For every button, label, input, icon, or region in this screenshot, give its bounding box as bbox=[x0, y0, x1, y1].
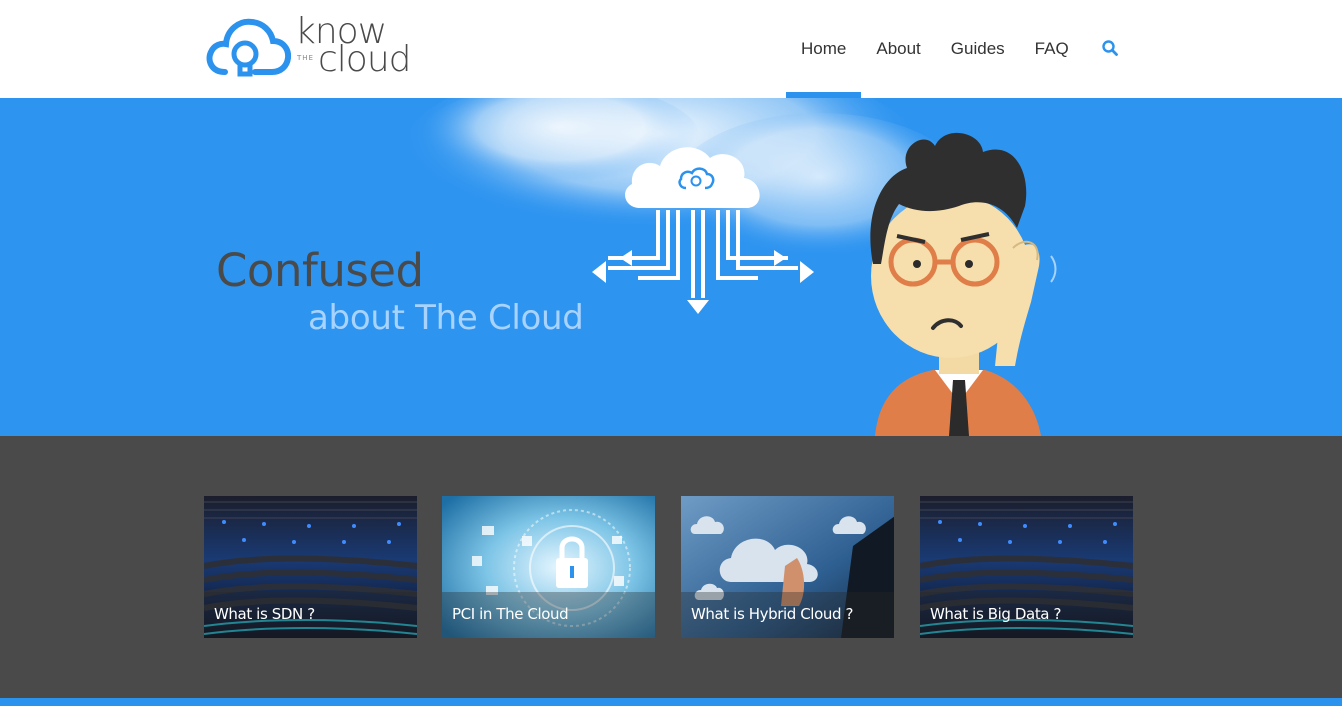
card-caption: What is Big Data ? bbox=[920, 592, 1133, 638]
cloud-bulb-logo-icon bbox=[206, 18, 291, 77]
logo-text-cloud: cloud bbox=[318, 39, 411, 80]
featured-guides: What is SDN ? PCI in The Cloud What is H… bbox=[0, 436, 1342, 698]
nav-home[interactable]: Home bbox=[786, 0, 862, 98]
card-title: What is SDN ? bbox=[214, 605, 315, 623]
card-pci-in-the-cloud[interactable]: PCI in The Cloud bbox=[442, 496, 655, 638]
confused-man-illustration bbox=[870, 132, 1057, 436]
card-caption: PCI in The Cloud bbox=[442, 592, 655, 638]
search-icon[interactable] bbox=[1101, 39, 1119, 57]
card-what-is-hybrid-cloud[interactable]: What is Hybrid Cloud ? bbox=[681, 496, 894, 638]
card-caption: What is SDN ? bbox=[204, 592, 417, 638]
site-header: know THE cloud Home About Guides FAQ bbox=[0, 0, 1342, 98]
card-caption: What is Hybrid Cloud ? bbox=[681, 592, 894, 638]
card-what-is-sdn[interactable]: What is SDN ? bbox=[204, 496, 417, 638]
cloud-network-diagram-icon bbox=[592, 147, 814, 314]
card-title: What is Hybrid Cloud ? bbox=[691, 605, 854, 623]
hero-title: Confused bbox=[216, 244, 424, 297]
nav-faq[interactable]: FAQ bbox=[1020, 0, 1084, 98]
main-nav: Home About Guides FAQ bbox=[786, 0, 1084, 98]
logo-text-the: THE bbox=[297, 54, 314, 62]
hero-subtitle: about The Cloud bbox=[308, 298, 584, 338]
card-title: What is Big Data ? bbox=[930, 605, 1062, 623]
site-logo[interactable]: know THE cloud bbox=[205, 12, 420, 84]
nav-about[interactable]: About bbox=[861, 0, 935, 98]
footer-accent-bar bbox=[0, 698, 1342, 706]
nav-guides[interactable]: Guides bbox=[936, 0, 1020, 98]
hero-banner: Confused about The Cloud bbox=[0, 98, 1342, 436]
card-what-is-big-data[interactable]: What is Big Data ? bbox=[920, 496, 1133, 638]
card-title: PCI in The Cloud bbox=[452, 605, 569, 623]
